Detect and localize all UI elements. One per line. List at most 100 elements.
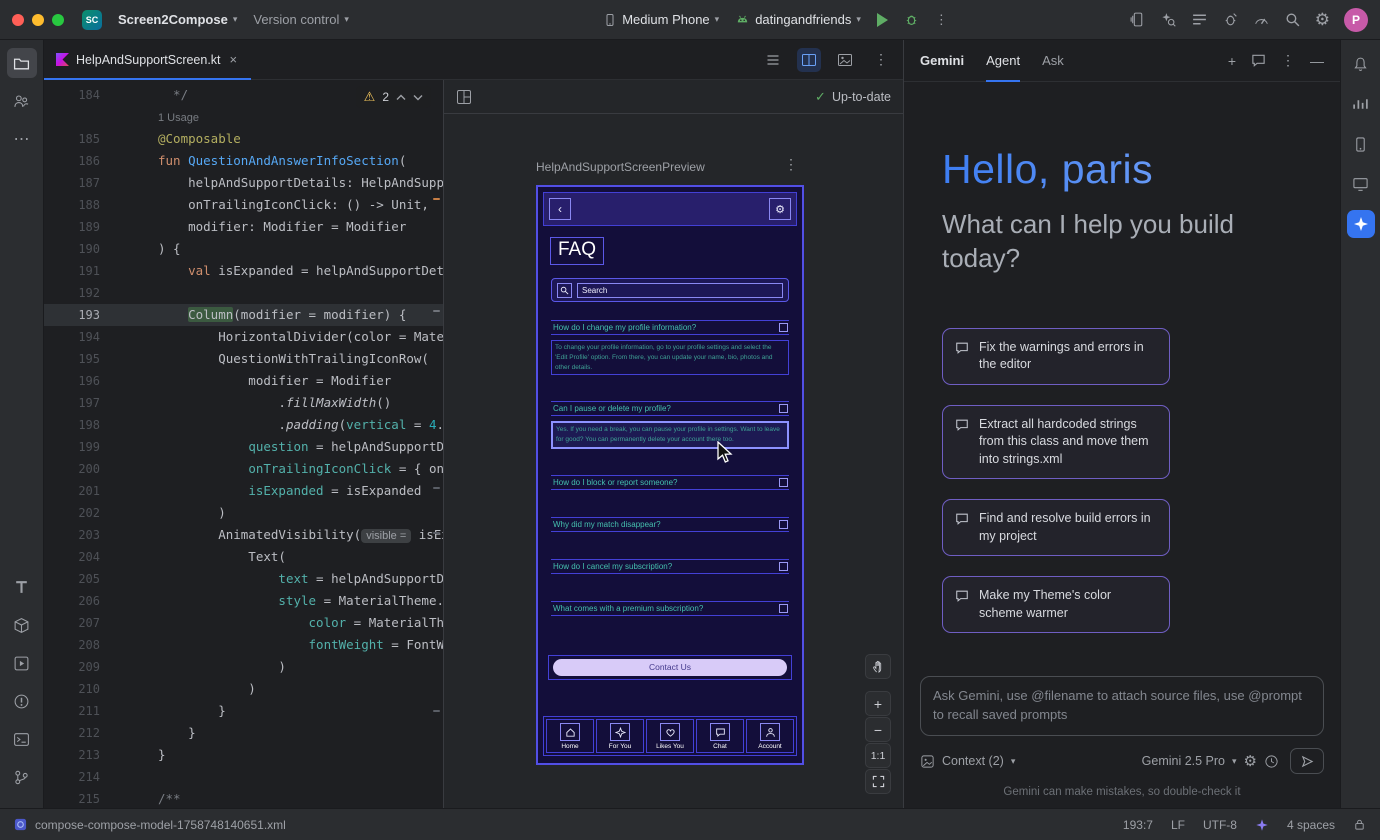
ui-check-mode-icon[interactable] [456, 89, 472, 105]
device-selector[interactable]: Medium Phone ▾ [595, 8, 727, 31]
window-controls[interactable] [12, 14, 64, 26]
faq-question-row[interactable]: How do I cancel my subscription? [551, 559, 789, 574]
expand-icon[interactable] [779, 562, 788, 571]
code-line[interactable]: 201 isExpanded = isExpanded [44, 480, 443, 502]
code-line[interactable]: 204 Text( [44, 546, 443, 568]
code-line[interactable]: 208 fontWeight = FontWeigh [44, 634, 443, 656]
nav-item-chat[interactable]: Chat [696, 719, 744, 753]
zoom-in-button[interactable]: + [865, 691, 891, 716]
code-line[interactable]: 189 modifier: Modifier = Modifier [44, 216, 443, 238]
code-line[interactable]: 212 } [44, 722, 443, 744]
code-line[interactable]: 207 color = MaterialTheme. [44, 612, 443, 634]
file-encoding[interactable]: UTF-8 [1203, 818, 1237, 832]
code-editor[interactable]: 184 */1 Usage185@Composable186fun Questi… [44, 80, 444, 808]
back-button[interactable]: ‹ [549, 198, 571, 220]
code-line[interactable]: 200 onTrailingIconClick = { onTrai [44, 458, 443, 480]
code-line[interactable]: 196 modifier = Modifier [44, 370, 443, 392]
settings-button[interactable]: ⚙ [769, 198, 791, 220]
hide-panel-icon[interactable]: — [1310, 53, 1324, 69]
inspections-widget[interactable]: ⚠ 2 [356, 86, 431, 108]
code-line[interactable]: 199 question = helpAndSupportDetai [44, 436, 443, 458]
code-line[interactable]: 206 style = MaterialTheme.typo [44, 590, 443, 612]
gemini-prompt-input[interactable]: Ask Gemini, use @filename to attach sour… [920, 676, 1324, 736]
run-button[interactable] [869, 9, 896, 31]
faq-question-row[interactable]: How do I change my profile information? [551, 320, 789, 335]
services-tool-button[interactable] [7, 648, 37, 678]
version-control-tool-button[interactable] [7, 762, 37, 792]
code-line[interactable]: 1 Usage [44, 106, 443, 128]
code-line[interactable]: 188 onTrailingIconClick: () -> Unit, [44, 194, 443, 216]
code-line[interactable]: 213} [44, 744, 443, 766]
zoom-to-fit-button[interactable] [865, 769, 891, 794]
code-line[interactable]: 205 text = helpAndSupportDetai [44, 568, 443, 590]
nav-item-person[interactable]: Account [746, 719, 794, 753]
project-tool-button[interactable] [7, 48, 37, 78]
code-view-button[interactable] [761, 48, 785, 72]
panel-options-menu[interactable]: ⋮ [1281, 52, 1295, 69]
design-view-button[interactable] [833, 48, 857, 72]
code-line[interactable]: 192 [44, 282, 443, 304]
contact-us-button[interactable]: Contact Us [553, 659, 787, 676]
expand-icon[interactable] [779, 604, 788, 613]
tab-ask[interactable]: Ask [1042, 40, 1064, 82]
expand-icon[interactable] [779, 404, 788, 413]
running-devices-button[interactable] [1347, 170, 1375, 198]
code-line[interactable]: 209 ) [44, 656, 443, 678]
model-selector[interactable]: Gemini 2.5 Pro [1142, 754, 1225, 768]
history-icon[interactable] [1264, 754, 1279, 769]
nav-item-home[interactable]: Home [546, 719, 594, 753]
preview-name-label[interactable]: HelpAndSupportScreenPreview [536, 160, 705, 174]
code-line[interactable]: 194 HorizontalDivider(color = Material [44, 326, 443, 348]
dependencies-tool-button[interactable] [7, 610, 37, 640]
code-line[interactable]: 185@Composable [44, 128, 443, 150]
gemini-settings-icon[interactable]: ⚙ [1244, 752, 1257, 770]
run-configuration-selector[interactable]: datingandfriends ▾ [727, 8, 869, 31]
zoom-ratio-button[interactable]: 1:1 [865, 743, 891, 768]
expand-icon[interactable] [779, 323, 788, 332]
zoom-out-button[interactable]: − [865, 717, 891, 742]
code-line[interactable]: 187 helpAndSupportDetails: HelpAndSuppor… [44, 172, 443, 194]
next-warning-icon[interactable] [413, 94, 423, 101]
code-line[interactable]: 210 ) [44, 678, 443, 700]
tab-agent[interactable]: Agent [986, 40, 1020, 82]
preview-canvas[interactable]: HelpAndSupportScreenPreview ⋮ ‹ ⚙ FAQ Se… [444, 114, 903, 808]
search-icon[interactable] [1284, 11, 1301, 28]
code-line[interactable]: 195 QuestionWithTrailingIconRow( [44, 348, 443, 370]
suggestion-card[interactable]: Find and resolve build errors in my proj… [942, 499, 1170, 556]
indent-setting[interactable]: 4 spaces [1287, 818, 1335, 832]
suggestion-card[interactable]: Fix the warnings and errors in the edito… [942, 328, 1170, 385]
lock-icon[interactable] [1353, 818, 1366, 831]
device-mirroring-icon[interactable] [1129, 11, 1146, 28]
project-selector[interactable]: Screen2Compose ▾ [110, 8, 245, 31]
code-line[interactable]: 198 .padding(vertical = 4.dp), [44, 414, 443, 436]
preview-options-menu[interactable]: ⋮ [784, 156, 798, 173]
context-selector[interactable]: Context (2) [942, 754, 1004, 768]
editor-options-menu[interactable]: ⋮ [869, 48, 893, 72]
code-line[interactable]: 203 AnimatedVisibility(visible = isExpan [44, 524, 443, 546]
problems-tool-button[interactable] [7, 686, 37, 716]
tab-helpandsupportscreen[interactable]: HelpAndSupportScreen.kt × [44, 40, 251, 80]
ai-search-icon[interactable] [1160, 11, 1177, 28]
settings-icon[interactable]: ⚙ [1315, 10, 1330, 30]
profiler-icon[interactable] [1253, 11, 1270, 28]
more-tool-windows-button[interactable]: ⋯ [7, 124, 37, 154]
code-line[interactable]: 191 val isExpanded = helpAndSupportDetai… [44, 260, 443, 282]
phone-preview[interactable]: ‹ ⚙ FAQ Search How do I change my profil… [536, 185, 804, 765]
search-input[interactable]: Search [577, 283, 783, 298]
caret-position[interactable]: 193:7 [1123, 818, 1153, 832]
code-line[interactable]: 202 ) [44, 502, 443, 524]
gemini-tool-button[interactable] [1347, 210, 1375, 238]
ai-spark-icon[interactable] [1255, 818, 1269, 832]
maximize-window-button[interactable] [52, 14, 64, 26]
debug-button[interactable] [896, 8, 927, 31]
build-analyzer-icon[interactable] [1222, 11, 1239, 28]
nav-item-star[interactable]: For You [596, 719, 644, 753]
expand-icon[interactable] [779, 478, 788, 487]
previous-warning-icon[interactable] [396, 94, 406, 101]
suggestion-card[interactable]: Make my Theme's color scheme warmer [942, 576, 1170, 633]
code-line[interactable]: 197 .fillMaxWidth() [44, 392, 443, 414]
line-separator[interactable]: LF [1171, 818, 1185, 832]
faq-question-row[interactable]: Can I pause or delete my profile? [551, 401, 789, 416]
version-control-menu[interactable]: Version control ▾ [245, 8, 357, 31]
faq-question-row[interactable]: What comes with a premium subscription? [551, 601, 789, 616]
